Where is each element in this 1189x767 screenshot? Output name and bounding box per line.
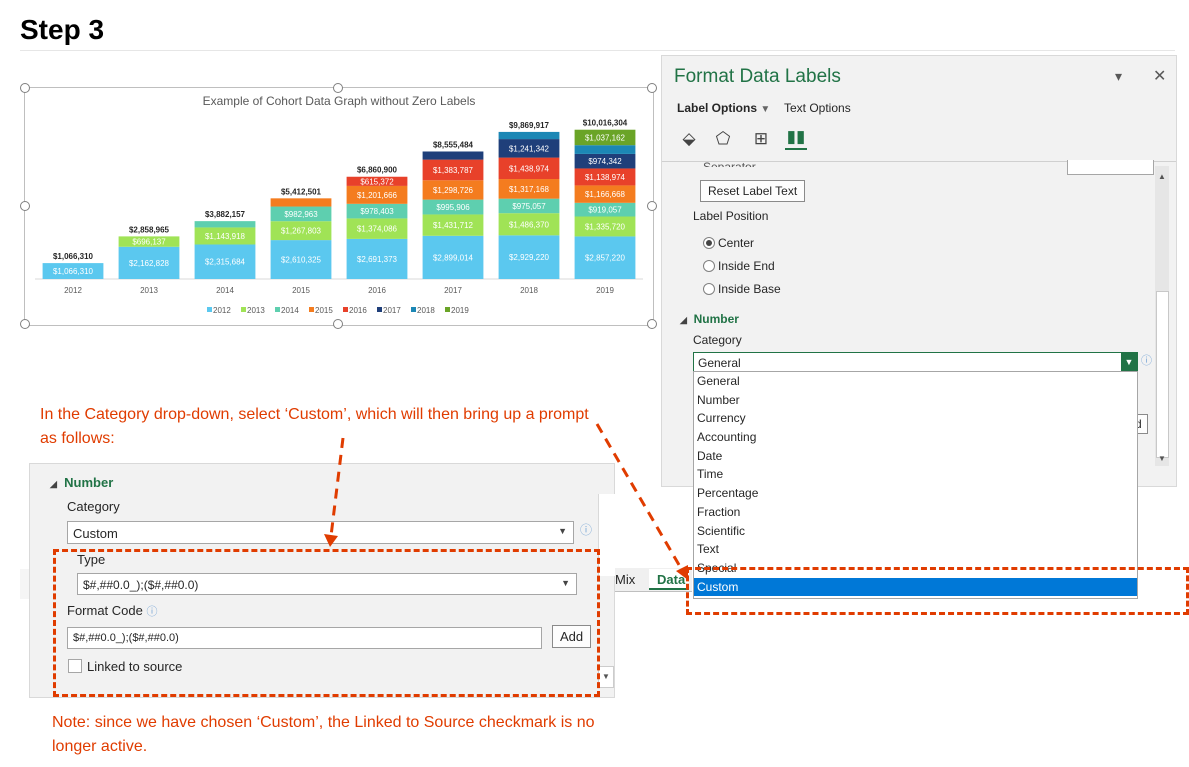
arrow-overlay bbox=[324, 423, 688, 580]
arrow-to-category bbox=[329, 437, 345, 537]
arrow-head bbox=[676, 565, 688, 580]
footnote: Note: since we have chosen ‘Custom’, the… bbox=[52, 714, 595, 755]
arrow-to-custom bbox=[595, 423, 684, 571]
arrow-head bbox=[324, 534, 338, 547]
